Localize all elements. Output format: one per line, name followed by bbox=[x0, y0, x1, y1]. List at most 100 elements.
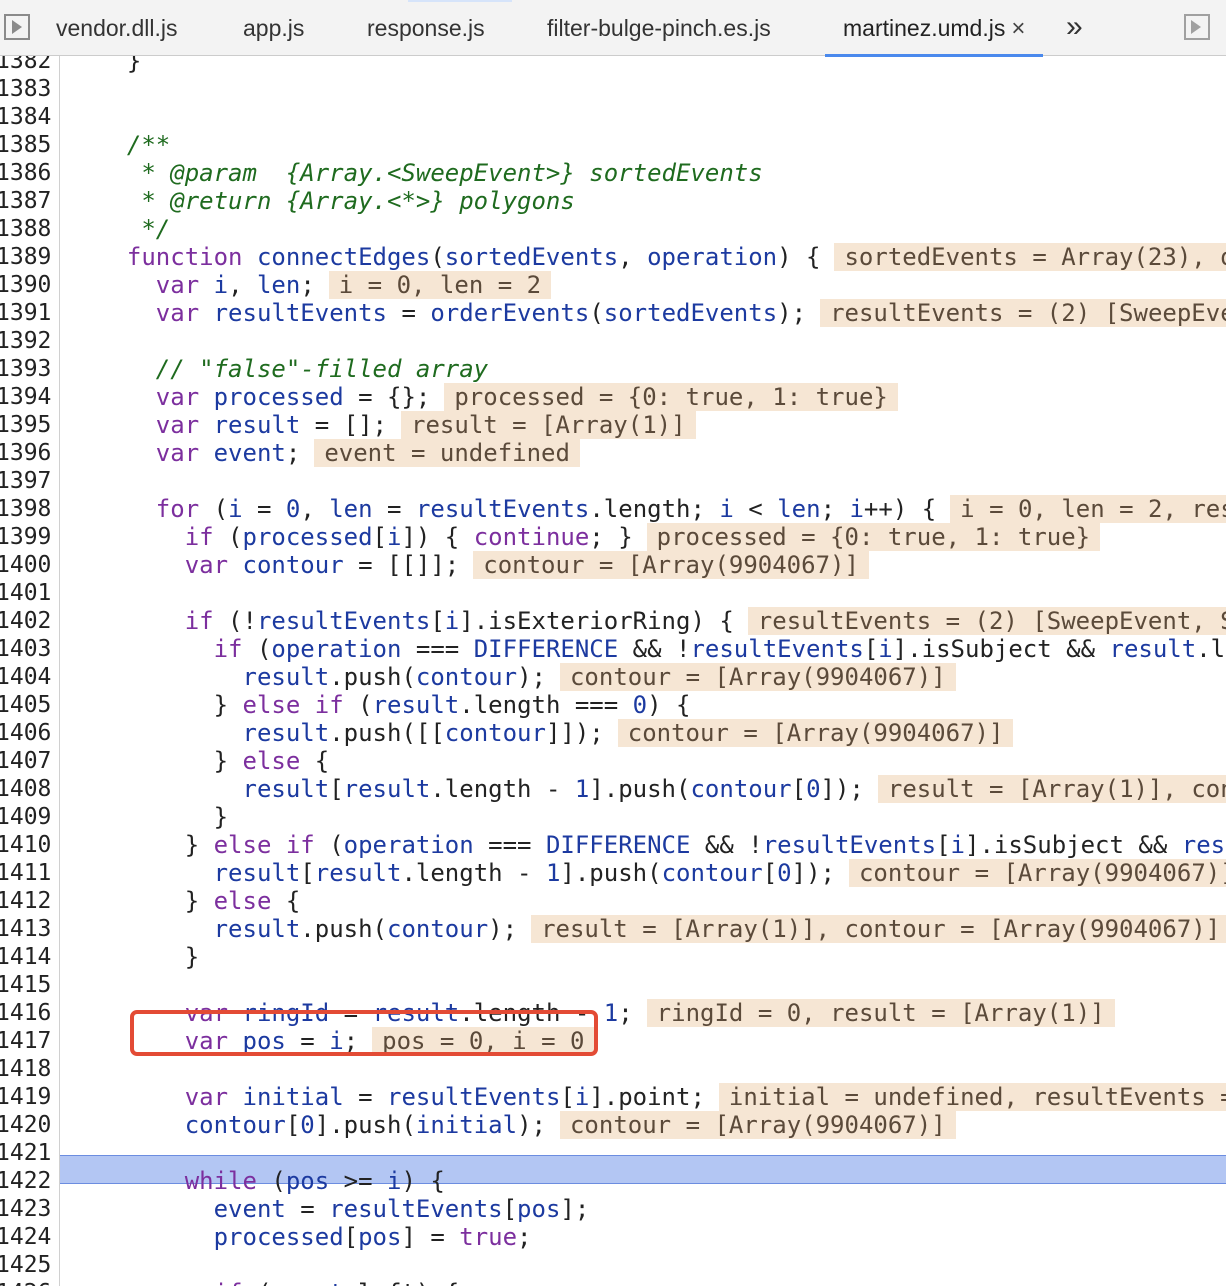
line-number[interactable]: 1386 bbox=[0, 159, 51, 187]
line-number[interactable]: 1400 bbox=[0, 551, 51, 579]
line-number[interactable]: 1402 bbox=[0, 607, 51, 635]
line-number[interactable]: 1416 bbox=[0, 999, 51, 1027]
tab-filter-bulge-pinch[interactable]: filter-bulge-pinch.es.js bbox=[547, 0, 771, 56]
line-number[interactable]: 1383 bbox=[0, 75, 51, 103]
inline-value-annotation: contour = [Array(9904067)] bbox=[559, 1111, 956, 1139]
code-token: 1 bbox=[545, 859, 561, 887]
code-token: .length - bbox=[430, 775, 575, 803]
toggle-navigator-icon[interactable] bbox=[4, 14, 30, 40]
line-number[interactable]: 1392 bbox=[0, 327, 51, 355]
tab-response[interactable]: response.js bbox=[367, 0, 485, 56]
code-token: { bbox=[300, 747, 330, 775]
line-number[interactable]: 1407 bbox=[0, 747, 51, 775]
code-line: result[result.length - 1].push(contour[0… bbox=[243, 775, 1226, 803]
line-number[interactable]: 1385 bbox=[0, 131, 51, 159]
line-number[interactable]: 1406 bbox=[0, 719, 51, 747]
code-token: [ bbox=[502, 1195, 518, 1223]
code-token: ; } bbox=[589, 523, 633, 551]
code-token: event bbox=[271, 1279, 343, 1286]
line-number[interactable]: 1414 bbox=[0, 943, 51, 971]
code-token: = bbox=[387, 299, 431, 327]
line-number[interactable]: 1387 bbox=[0, 187, 51, 215]
code-token: < bbox=[733, 495, 778, 523]
code-token: ( bbox=[589, 299, 604, 327]
line-number[interactable]: 1398 bbox=[0, 495, 51, 523]
code-token: .length === bbox=[459, 691, 633, 719]
line-number[interactable]: 1421 bbox=[0, 1139, 51, 1167]
close-tab-icon[interactable]: × bbox=[1011, 15, 1025, 42]
line-number[interactable]: 1422 bbox=[0, 1167, 51, 1195]
line-number[interactable]: 1408 bbox=[0, 775, 51, 803]
line-number[interactable]: 1397 bbox=[0, 467, 51, 495]
code-token: .left) { bbox=[344, 1279, 460, 1286]
toggle-debugger-icon[interactable] bbox=[1184, 14, 1210, 40]
code-token: } bbox=[184, 831, 214, 859]
line-number[interactable]: 1418 bbox=[0, 1055, 51, 1083]
line-number[interactable]: 1415 bbox=[0, 971, 51, 999]
line-number[interactable]: 1410 bbox=[0, 831, 51, 859]
line-number[interactable]: 1389 bbox=[0, 243, 51, 271]
code-line: processed[pos] = true; bbox=[214, 1223, 532, 1251]
code-line: */ bbox=[141, 215, 170, 243]
tab-martinez-umd[interactable]: martinez.umd.js × bbox=[825, 0, 1044, 57]
code-token: ] = bbox=[401, 1223, 460, 1251]
code-token: function bbox=[126, 243, 243, 271]
tab-vendor-dll[interactable]: vendor.dll.js bbox=[56, 0, 177, 56]
code-token: 0 bbox=[300, 1111, 315, 1139]
line-number[interactable]: 1403 bbox=[0, 635, 51, 663]
line-number[interactable]: 1425 bbox=[0, 1251, 51, 1279]
code-editor[interactable]: } /** * @param {Array.<SweepEvent>} sorted… bbox=[60, 56, 1226, 1286]
code-token: DIFFERENCE bbox=[545, 831, 691, 859]
code-line: function connectEdges(sortedEvents, oper… bbox=[127, 243, 1226, 271]
code-token: while bbox=[184, 1167, 257, 1195]
code-token: true bbox=[459, 1223, 518, 1251]
code-token: result bbox=[1181, 831, 1226, 859]
line-number[interactable]: 1391 bbox=[0, 299, 51, 327]
code-line: var event; event = undefined bbox=[156, 439, 580, 467]
line-number[interactable]: 1424 bbox=[0, 1223, 51, 1251]
line-number[interactable]: 1395 bbox=[0, 411, 51, 439]
line-number[interactable]: 1417 bbox=[0, 1027, 51, 1055]
line-number[interactable]: 1404 bbox=[0, 663, 51, 691]
editor-tab-bar: vendor.dll.js app.js response.js filter-… bbox=[0, 0, 1226, 57]
more-tabs-icon[interactable]: » bbox=[1066, 0, 1083, 56]
inline-value-annotation: sortedEvents = Array(23), op bbox=[834, 243, 1226, 271]
line-number[interactable]: 1405 bbox=[0, 691, 51, 719]
code-token: i bbox=[444, 607, 460, 635]
code-token: var bbox=[184, 1083, 229, 1111]
code-line: for (i = 0, len = resultEvents.length; i… bbox=[156, 495, 1226, 523]
line-number[interactable]: 1382 bbox=[0, 56, 51, 75]
code-token: 0 bbox=[806, 775, 821, 803]
code-line: } bbox=[185, 943, 199, 971]
line-number[interactable]: 1412 bbox=[0, 887, 51, 915]
code-token: len bbox=[777, 495, 821, 523]
inline-value-annotation: ringId = 0, result = [Array(1)] bbox=[646, 999, 1115, 1027]
line-number[interactable]: 1426 bbox=[0, 1279, 51, 1286]
line-number[interactable]: 1419 bbox=[0, 1083, 51, 1111]
code-token: result bbox=[343, 775, 431, 803]
code-token: ]); bbox=[820, 775, 864, 803]
tab-app[interactable]: app.js bbox=[243, 0, 304, 56]
inline-value-annotation: event = undefined bbox=[314, 439, 580, 467]
line-number[interactable]: 1394 bbox=[0, 383, 51, 411]
line-number[interactable]: 1396 bbox=[0, 439, 51, 467]
code-token: ; bbox=[820, 495, 850, 523]
code-token: ].point; bbox=[589, 1083, 705, 1111]
line-number[interactable]: 1384 bbox=[0, 103, 51, 131]
line-number[interactable]: 1401 bbox=[0, 579, 51, 607]
code-line: var initial = resultEvents[i].point; init… bbox=[185, 1083, 1226, 1111]
code-token: processed bbox=[213, 383, 344, 411]
line-number[interactable]: 1411 bbox=[0, 859, 51, 887]
line-number[interactable]: 1399 bbox=[0, 523, 51, 551]
line-number[interactable]: 1409 bbox=[0, 803, 51, 831]
code-token: processed bbox=[213, 1223, 344, 1251]
line-number[interactable]: 1413 bbox=[0, 915, 51, 943]
line-number[interactable]: 1420 bbox=[0, 1111, 51, 1139]
line-number-gutter[interactable]: 1382 1383 1384 1385 1386 1387 1388 1389 1390 1391… bbox=[0, 56, 60, 1286]
line-number[interactable]: 1393 bbox=[0, 355, 51, 383]
line-number[interactable]: 1423 bbox=[0, 1195, 51, 1223]
line-number[interactable]: 1390 bbox=[0, 271, 51, 299]
code-token: ( bbox=[256, 1167, 286, 1195]
line-number[interactable]: 1388 bbox=[0, 215, 51, 243]
code-token: = bbox=[242, 495, 286, 523]
